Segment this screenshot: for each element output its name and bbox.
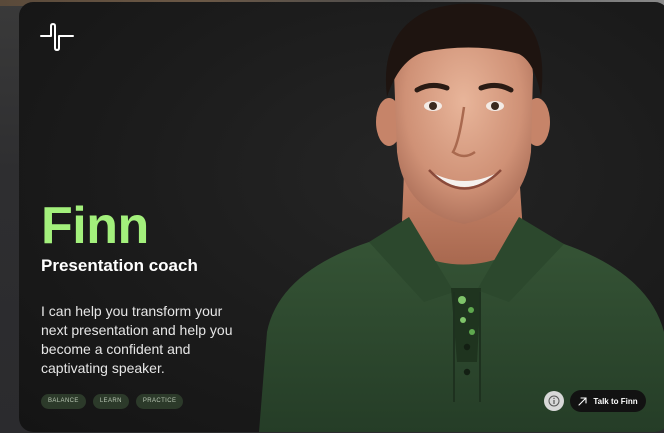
talk-button-label: Talk to Finn [593,396,638,406]
coach-name: Finn [41,197,149,255]
coach-role: Presentation coach [41,256,198,275]
coach-description: I can help you transform your next prese… [41,303,233,376]
pulse-logo-icon [40,23,74,51]
tag-balance: BALANCE [41,394,86,409]
tag-practice: PRACTICE [135,394,184,409]
coach-portrait [259,3,664,432]
talk-to-coach-button[interactable]: Talk to Finn [570,390,646,412]
info-button[interactable] [544,391,564,411]
tag-learn: LEARN [92,394,129,409]
arrow-up-right-icon [578,396,587,406]
coach-info: Finn Presentation coach I can help you t… [41,198,281,378]
tag-list: BALANCE LEARN PRACTICE [41,394,184,409]
coach-card: Finn Presentation coach I can help you t… [19,2,664,432]
info-icon [548,395,560,407]
